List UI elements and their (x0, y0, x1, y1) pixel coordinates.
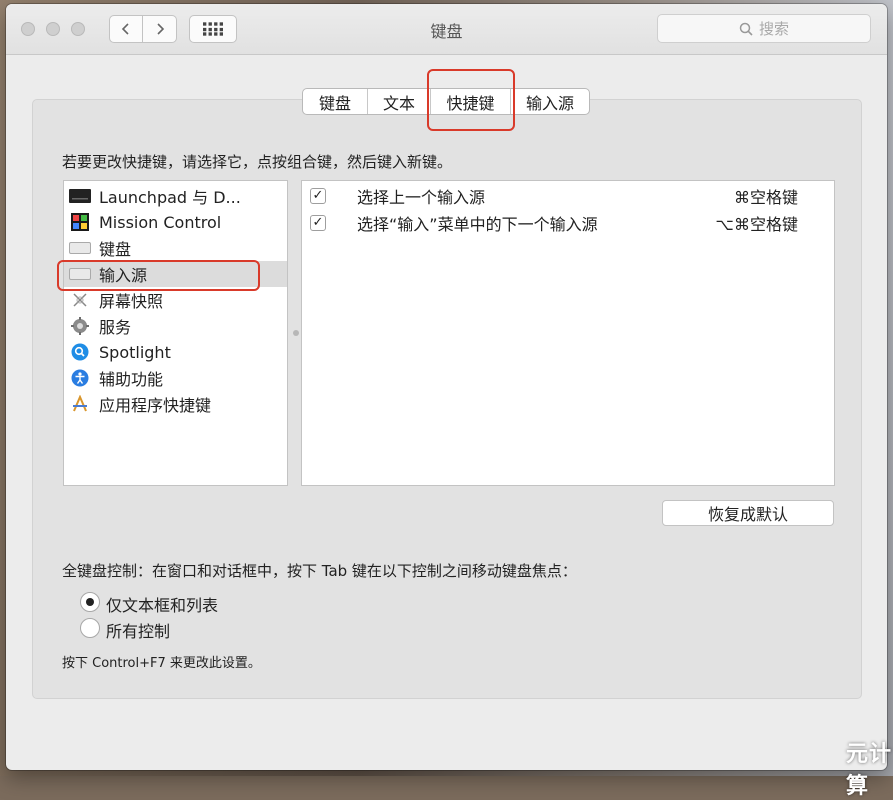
shortcut-key[interactable]: ⌘空格键 (734, 184, 798, 208)
title-bar: 键盘 搜索 (6, 4, 887, 55)
shortcuts-tab-highlight (427, 69, 515, 131)
radio-text-boxes-and-lists[interactable] (80, 592, 100, 612)
spotlight-icon (69, 343, 91, 361)
system-preferences-window: 键盘 搜索 键盘 文本 快捷键 输入源 若要更改快捷键，请选择它，点按组合键，然… (6, 4, 887, 770)
category-label: Spotlight (99, 342, 171, 362)
search-icon (739, 22, 753, 36)
input-sources-highlight (57, 260, 260, 291)
shortcut-checkbox[interactable]: ✓ (310, 214, 326, 231)
category-label: 应用程序快捷键 (99, 396, 212, 415)
shortcut-label: 选择“输入”菜单中的下一个输入源 (357, 214, 598, 234)
category-accessibility[interactable]: 辅助功能 (64, 365, 287, 391)
shortcut-row[interactable]: ✓ 选择“输入”菜单中的下一个输入源 ⌥⌘空格键 (302, 209, 834, 236)
category-list: Launchpad 与 D... Mission Control 键盘 输入源 … (63, 180, 288, 486)
keyboard-icon (69, 239, 91, 257)
shortcut-list: ✓ 选择上一个输入源 ⌘空格键 ✓ 选择“输入”菜单中的下一个输入源 ⌥⌘空格键 (301, 180, 835, 486)
full-keyboard-access-label: 全键盘控制：在窗口和对话框中，按下 Tab 键在以下控制之间移动键盘焦点： (62, 562, 577, 580)
radio-all-controls[interactable] (80, 618, 100, 638)
list-splitter-handle[interactable] (293, 330, 299, 336)
category-spotlight[interactable]: Spotlight (64, 339, 287, 365)
gear-icon (69, 317, 91, 335)
category-label: 屏幕快照 (99, 292, 164, 311)
accessibility-icon (69, 369, 91, 387)
restore-defaults-button[interactable]: 恢复成默认 (662, 500, 834, 526)
tab-input-sources[interactable]: 输入源 (511, 89, 589, 114)
category-label: Launchpad 与 D... (99, 188, 241, 207)
shortcut-checkbox[interactable]: ✓ (310, 187, 326, 204)
shortcut-key[interactable]: ⌥⌘空格键 (716, 211, 798, 235)
category-label: 服务 (99, 318, 132, 337)
category-app-shortcuts[interactable]: 应用程序快捷键 (64, 391, 287, 417)
category-label: 键盘 (99, 240, 132, 259)
radio-label: 仅文本框和列表 (106, 596, 219, 615)
mission-control-icon (69, 213, 91, 231)
search-field[interactable]: 搜索 (657, 14, 871, 43)
category-launchpad[interactable]: Launchpad 与 D... (64, 183, 287, 209)
shortcut-row[interactable]: ✓ 选择上一个输入源 ⌘空格键 (302, 182, 834, 209)
tab-text[interactable]: 文本 (368, 89, 431, 114)
radio-label: 所有控制 (106, 622, 171, 641)
shortcut-label: 选择上一个输入源 (357, 187, 486, 207)
app-shortcuts-icon (69, 395, 91, 413)
keyboard-control-note: 按下 Control+F7 来更改此设置。 (62, 656, 261, 671)
launchpad-icon (69, 187, 91, 205)
search-placeholder: 搜索 (758, 20, 789, 38)
category-keyboard[interactable]: 键盘 (64, 235, 287, 261)
watermark-text: 元计算 (846, 742, 893, 799)
category-label: Mission Control (99, 212, 222, 232)
category-services[interactable]: 服务 (64, 313, 287, 339)
tab-keyboard[interactable]: 键盘 (303, 89, 368, 114)
screenshot-icon (69, 291, 91, 309)
category-mission-control[interactable]: Mission Control (64, 209, 287, 235)
category-label: 辅助功能 (99, 370, 164, 389)
instruction-text: 若要更改快捷键，请选择它，点按组合键，然后键入新键。 (62, 153, 453, 171)
radio-selected-dot (86, 598, 94, 606)
